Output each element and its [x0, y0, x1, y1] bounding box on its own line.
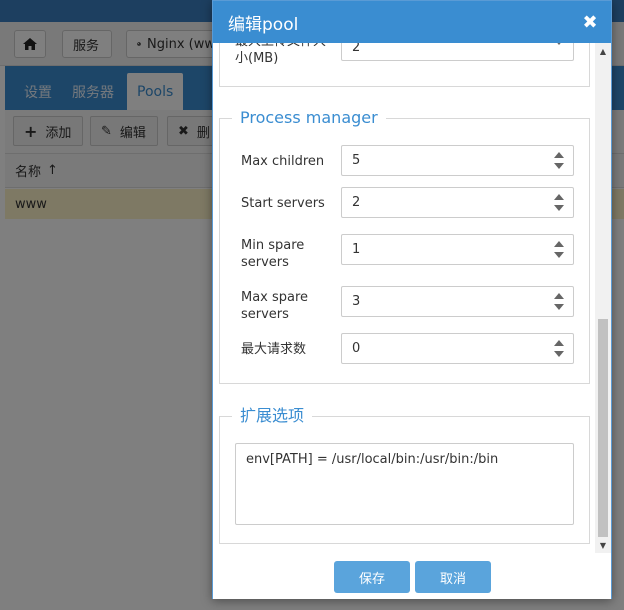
close-icon[interactable]: ✖ [579, 11, 601, 33]
upload-fieldset: 最大上传文件大小(MB) [219, 43, 590, 87]
max-spare-servers-label: Max spare servers [241, 290, 309, 322]
process-manager-legend: Process manager [232, 108, 386, 128]
scroll-up-icon[interactable]: ▲ [595, 43, 611, 59]
start-servers-field[interactable] [342, 188, 542, 217]
max-upload-field[interactable] [342, 43, 542, 59]
max-upload-input[interactable] [341, 43, 574, 61]
start-servers-label: Start servers [241, 196, 325, 211]
stepper-down-icon[interactable] [554, 163, 564, 169]
stepper[interactable] [553, 151, 565, 171]
max-requests-label: 最大请求数 [241, 342, 307, 357]
max-upload-label: 最大上传文件大小(MB) [235, 43, 326, 66]
min-spare-servers-label: Min spare servers [241, 238, 305, 270]
dialog-footer: 保存 取消 [213, 553, 611, 599]
max-spare-servers-input[interactable] [341, 286, 574, 317]
max-children-label: Max children [241, 154, 325, 169]
stepper-up-icon[interactable] [554, 241, 564, 247]
extended-options-fieldset: 扩展选项 env[PATH] = /usr/local/bin:/usr/bin… [219, 406, 590, 544]
stepper-up-icon[interactable] [554, 194, 564, 200]
stepper-down-icon[interactable] [554, 351, 564, 357]
scroll-thumb[interactable] [598, 319, 608, 537]
max-requests-field[interactable] [342, 334, 542, 363]
stepper[interactable] [553, 339, 565, 359]
cancel-button[interactable]: 取消 [415, 561, 491, 593]
stepper-up-icon[interactable] [554, 152, 564, 158]
stepper-up-icon[interactable] [554, 293, 564, 299]
max-children-input[interactable] [341, 145, 574, 176]
process-manager-fieldset: Process manager Max children Start serve… [219, 108, 590, 384]
max-requests-input[interactable] [341, 333, 574, 364]
dialog-title: 编辑pool [228, 14, 299, 35]
min-spare-servers-field[interactable] [342, 235, 542, 264]
stepper[interactable] [553, 240, 565, 260]
stepper[interactable] [553, 292, 565, 312]
dialog-header: 编辑pool ✖ [213, 1, 611, 43]
dialog-body: 最大上传文件大小(MB) Process manager Max childre… [213, 43, 611, 553]
min-spare-servers-input[interactable] [341, 234, 574, 265]
extended-options-legend: 扩展选项 [232, 406, 313, 426]
scrollbar[interactable]: ▲ ▼ [595, 43, 611, 553]
extended-options-textarea[interactable]: env[PATH] = /usr/local/bin:/usr/bin:/bin [235, 443, 574, 525]
stepper[interactable] [553, 193, 565, 213]
edit-pool-dialog: 编辑pool ✖ 最大上传文件大小(MB) Process manager Ma… [212, 0, 612, 599]
stepper-down-icon[interactable] [554, 205, 564, 211]
stepper-down-icon[interactable] [554, 304, 564, 310]
stepper-down-icon[interactable] [554, 43, 564, 45]
max-children-field[interactable] [342, 146, 542, 175]
stepper-down-icon[interactable] [554, 252, 564, 258]
stepper-up-icon[interactable] [554, 340, 564, 346]
stepper[interactable] [553, 43, 565, 55]
save-button[interactable]: 保存 [334, 561, 410, 593]
max-spare-servers-field[interactable] [342, 287, 542, 316]
scroll-down-icon[interactable]: ▼ [595, 537, 611, 553]
start-servers-input[interactable] [341, 187, 574, 218]
